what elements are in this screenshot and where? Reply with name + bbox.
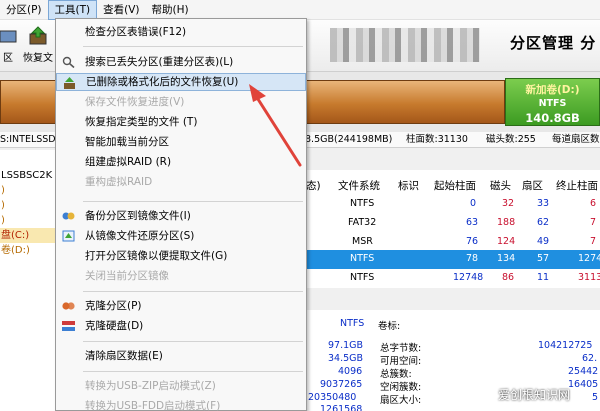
annotation-arrow — [249, 84, 302, 167]
watermark: 爱创根知识网 — [498, 388, 571, 402]
